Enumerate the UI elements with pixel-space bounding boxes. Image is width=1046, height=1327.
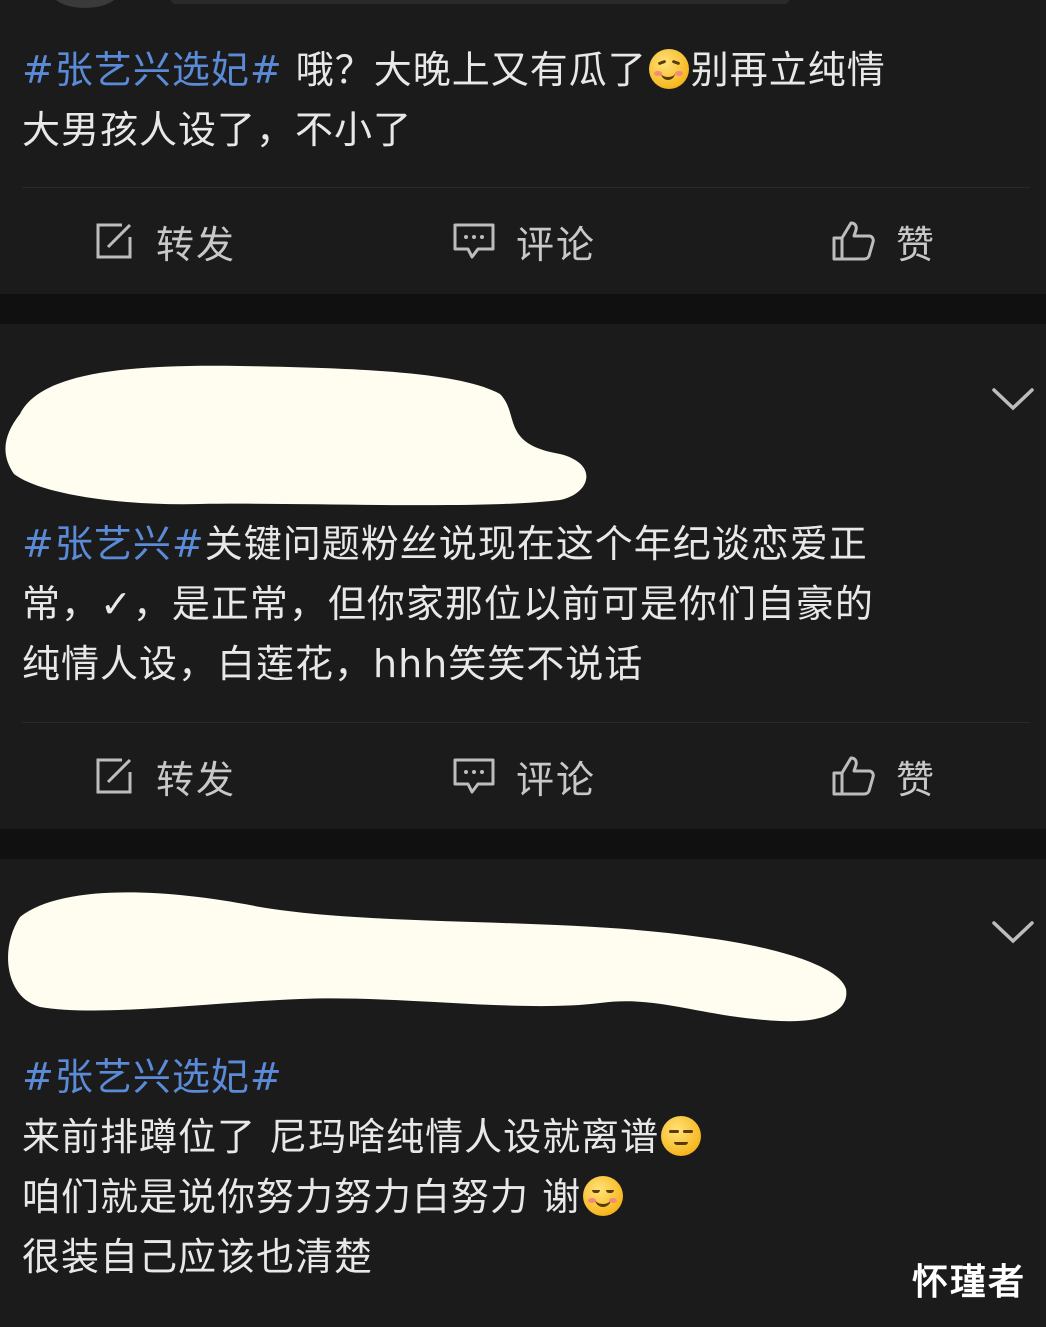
post-text-line: 常，✓，是正常，但你家那位以前可是你们自豪的 <box>22 582 874 626</box>
post-body: #张艺兴选妃# 来前排蹲位了 尼玛啥纯情人设就离谱 咱们就是说你努力努力白努力 … <box>22 1047 1006 1287</box>
post-card[interactable]: #张艺兴选妃# 来前排蹲位了 尼玛啥纯情人设就离谱 咱们就是说你努力努力白努力 … <box>0 859 1046 1327</box>
post-text-line: 大男孩人设了，不小了 <box>22 108 413 152</box>
comment-icon <box>453 758 495 794</box>
post-card[interactable]: #张艺兴选妃# 哦？大晚上又有瓜了 别再立纯情 大男孩人设了，不小了 转发 评论… <box>0 0 1046 294</box>
post-separator <box>0 829 1046 859</box>
repost-icon <box>96 223 132 259</box>
redacted-user-header <box>8 892 847 1022</box>
smiling-face-icon <box>583 1176 624 1216</box>
watermark: 怀瑾者 <box>911 1262 1026 1303</box>
post-text-segment: 哦？大晚上又有瓜了 <box>282 48 647 92</box>
post-separator <box>0 294 1046 324</box>
post-text-segment: 别再立纯情 <box>690 48 886 92</box>
like-button[interactable]: 赞 <box>830 723 936 829</box>
chevron-down-icon[interactable] <box>990 917 1036 947</box>
comment-label: 评论 <box>516 222 597 267</box>
post-card[interactable]: #张艺兴#关键问题粉丝说现在这个年纪谈恋爱正 常，✓，是正常，但你家那位以前可是… <box>0 324 1046 829</box>
post-body: #张艺兴#关键问题粉丝说现在这个年纪谈恋爱正 常，✓，是正常，但你家那位以前可是… <box>22 514 1006 694</box>
hashtag-link[interactable]: #张艺兴选妃# <box>22 1055 283 1099</box>
repost-button[interactable]: 转发 <box>92 188 236 294</box>
thumbs-up-icon <box>832 756 875 796</box>
post-body: #张艺兴选妃# 哦？大晚上又有瓜了 别再立纯情 大男孩人设了，不小了 <box>22 40 1006 160</box>
unamused-face-icon <box>661 1116 702 1156</box>
redacted-user-header <box>5 365 587 506</box>
like-label: 赞 <box>896 222 937 267</box>
repost-button[interactable]: 转发 <box>92 723 236 829</box>
post-text-line: 很装自己应该也清楚 <box>22 1235 374 1279</box>
comment-icon <box>453 223 495 259</box>
yum-face-icon <box>648 49 689 89</box>
repost-label: 转发 <box>156 757 237 802</box>
like-button[interactable]: 赞 <box>830 188 936 294</box>
hashtag-link[interactable]: #张艺兴# <box>22 522 205 566</box>
post-text-segment: 咱们就是说你努力努力白努力 谢 <box>22 1175 582 1219</box>
comment-button[interactable]: 评论 <box>452 723 596 829</box>
chevron-down-icon[interactable] <box>990 384 1036 414</box>
action-bar: 转发 评论 赞 <box>22 722 1030 829</box>
hashtag-link[interactable]: #张艺兴选妃# <box>22 48 283 92</box>
post-text-line: 纯情人设，白莲花，hhh笑笑不说话 <box>22 642 644 686</box>
avatar-fragment <box>50 0 120 8</box>
post-text-segment: 关键问题粉丝说现在这个年纪谈恋爱正 <box>204 522 868 566</box>
comment-label: 评论 <box>516 757 597 802</box>
like-label: 赞 <box>896 757 937 802</box>
repost-label: 转发 <box>156 222 237 267</box>
thumbs-up-icon <box>832 221 875 261</box>
repost-icon <box>96 758 132 794</box>
comment-button[interactable]: 评论 <box>452 188 596 294</box>
weibo-feed: #张艺兴选妃# 哦？大晚上又有瓜了 别再立纯情 大男孩人设了，不小了 转发 评论… <box>0 0 1046 1327</box>
post-text-segment: 来前排蹲位了 尼玛啥纯情人设就离谱 <box>22 1115 660 1159</box>
action-bar: 转发 评论 赞 <box>22 187 1030 294</box>
username-fragment <box>170 0 790 4</box>
